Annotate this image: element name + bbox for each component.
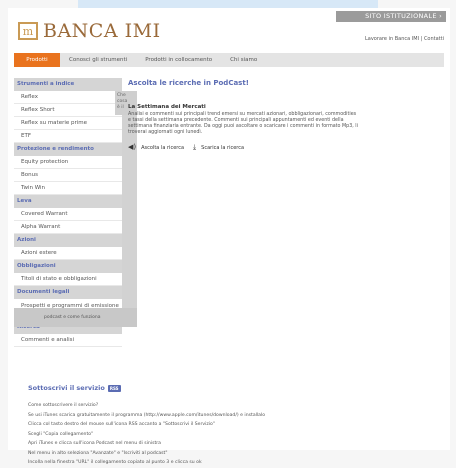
step-line: Scegli "Copia collegamento"	[28, 431, 94, 437]
section-description: Analisi e commenti sui principali trend …	[128, 112, 358, 135]
nav-conosci-strumenti[interactable]: Conosci gli strumenti	[60, 53, 136, 67]
sito-istituzionale-button[interactable]: SITO ISTITUZIONALE ›	[336, 11, 446, 22]
sidebar: Strumenti a indice Reflex Reflex Short R…	[14, 78, 122, 347]
sidebar-item-etf[interactable]: ETF	[14, 130, 122, 143]
section-subtitle: La Settimana dei Mercati	[128, 104, 206, 110]
rss-icon[interactable]: RSS	[107, 384, 121, 392]
logo-mark-icon: m	[18, 22, 38, 40]
sidebar-item-reflex[interactable]: Reflex	[14, 91, 122, 104]
sidebar-header: Strumenti a indice	[14, 78, 122, 91]
nav-prodotti[interactable]: Prodotti	[14, 53, 60, 67]
sidebar-item-commenti-analisi[interactable]: Commenti e analisi	[14, 334, 122, 347]
podcast-footer-link[interactable]: podcast e come funziona	[14, 308, 137, 327]
sidebar-item-azioni-estere[interactable]: Azioni estere	[14, 247, 122, 260]
speaker-icon[interactable]: ◀)	[128, 144, 136, 151]
page: SITO ISTITUZIONALE › m BANCA IMI Lavorar…	[8, 8, 450, 465]
page-title: Ascolta le ricerche in PodCast!	[128, 79, 249, 87]
sidebar-item-covered-warrant[interactable]: Covered Warrant	[14, 208, 122, 221]
sidebar-item-reflex-materie-prime[interactable]: Reflex su materie prime	[14, 117, 122, 130]
sidebar-header: Protezione e rendimento	[14, 143, 122, 156]
step-line: Se usi iTunes scarica gratuitamente il p…	[28, 412, 266, 418]
step-line: Clicca col tasto destro del mouse sull'i…	[28, 422, 215, 427]
sidebar-header: Leva	[14, 195, 122, 208]
sidebar-item-twin-win[interactable]: Twin Win	[14, 182, 122, 195]
nav-prodotti-collocamento[interactable]: Prodotti in collocamento	[136, 53, 221, 67]
step-line: Apri iTunes e clicca sull'icona Podcast …	[28, 441, 161, 446]
subscribe-steps: Come sottoscrivere il servizio? Se usi i…	[28, 401, 443, 468]
main-content: Ascolta le ricerche in PodCast! La Setti…	[128, 79, 438, 151]
subscribe-heading: Sottoscrivi il servizio RSS	[28, 384, 121, 392]
sidebar-item-equity-protection[interactable]: Equity protection	[14, 156, 122, 169]
subscribe-label: Sottoscrivi il servizio	[28, 384, 105, 392]
logo-text: BANCA IMI	[43, 20, 161, 42]
sidebar-item-alpha-warrant[interactable]: Alpha Warrant	[14, 221, 122, 234]
step-line: Come sottoscrivere il servizio?	[28, 403, 99, 408]
listen-link[interactable]: Ascolta la ricerca	[141, 145, 184, 151]
banca-imi-logo[interactable]: m BANCA IMI	[18, 20, 161, 42]
nav-chi-siamo[interactable]: Chi siamo	[221, 53, 266, 67]
step-line: Incolla nella finestra "URL" il collegam…	[28, 460, 202, 465]
podcast-actions: ◀) Ascolta la ricerca ⤓ Scarica la ricer…	[128, 144, 438, 151]
sidebar-item-titoli-di-stato[interactable]: Titoli di stato e obbligazioni	[14, 273, 122, 286]
download-icon[interactable]: ⤓	[193, 144, 196, 151]
sidebar-header: Obbligazioni	[14, 260, 122, 273]
main-nav: Prodotti Conosci gli strumenti Prodotti …	[14, 53, 444, 67]
header-links[interactable]: Lavorare in Banca IMI | Contatti	[365, 36, 444, 42]
sidebar-header: Azioni	[14, 234, 122, 247]
sidebar-item-bonus[interactable]: Bonus	[14, 169, 122, 182]
download-link[interactable]: Scarica la ricerca	[201, 145, 244, 151]
sidebar-item-reflex-short[interactable]: Reflex Short	[14, 104, 122, 117]
sidebar-header: Documenti legali	[14, 286, 122, 299]
